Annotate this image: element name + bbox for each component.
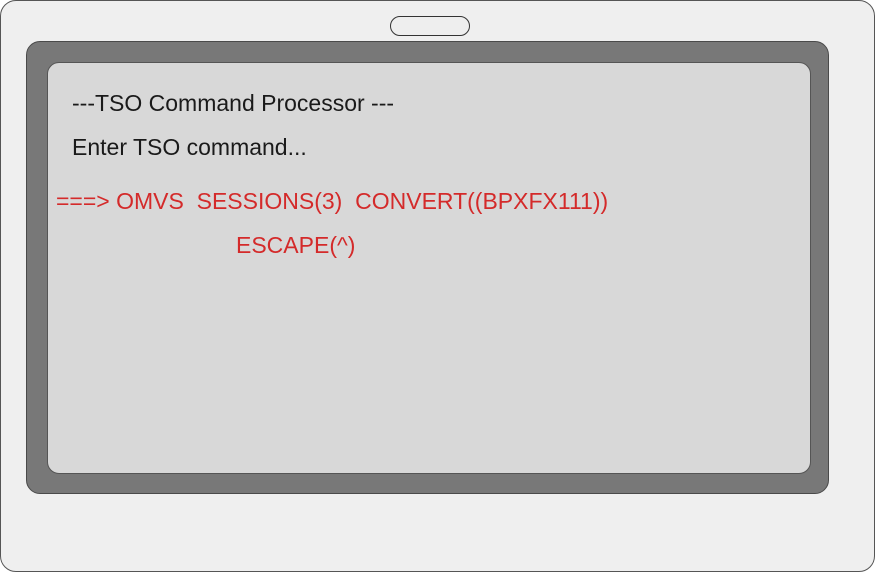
command-input-line-1[interactable]: ===> OMVS SESSIONS(3) CONVERT((BPXFX111)… xyxy=(56,187,608,215)
terminal-screen[interactable] xyxy=(47,62,811,474)
camera-pill xyxy=(390,16,470,36)
command-prompt-label: Enter TSO command... xyxy=(72,134,307,160)
command-input-line-2[interactable]: ESCAPE(^) xyxy=(236,231,355,259)
processor-header: ---TSO Command Processor --- xyxy=(72,90,395,116)
